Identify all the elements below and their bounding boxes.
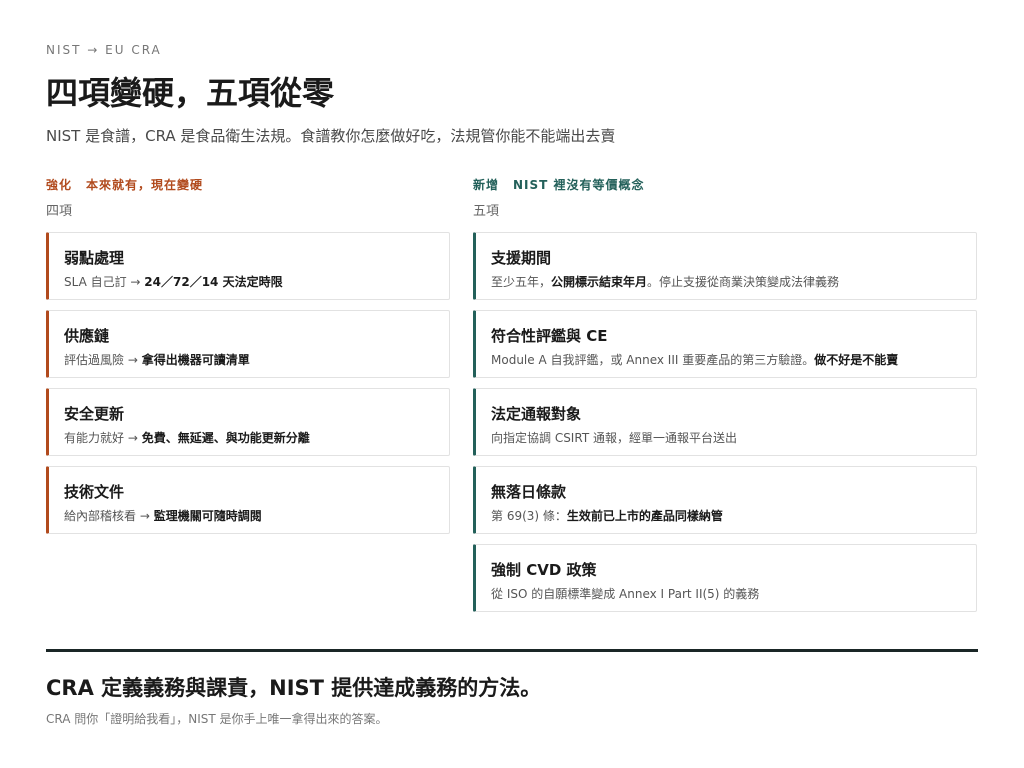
card-technical-documentation: 技術文件 給內部稽核看 → 監理機關可隨時調閱 <box>46 466 450 534</box>
strengthened-heading-text: 本來就有，現在變硬 <box>86 178 204 192</box>
strengthened-column-heading: 強化 本來就有，現在變硬 <box>46 176 450 194</box>
new-heading-text: NIST 裡沒有等價概念 <box>513 178 645 192</box>
card-mandatory-cvd-policy: 強制 CVD 政策 從 ISO 的自願標準變成 Annex I Part II(… <box>473 544 977 612</box>
card-title: 無落日條款 <box>491 483 567 501</box>
card-title: 安全更新 <box>64 405 125 423</box>
card-description: 給內部稽核看 → 監理機關可隨時調閱 <box>64 509 262 523</box>
card-title: 弱點處理 <box>64 249 125 267</box>
card-title: 技術文件 <box>64 483 125 501</box>
page-subtitle: NIST 是食譜，CRA 是食品衛生法規。食譜教你怎麼做好吃，法規管你能不能端出… <box>46 127 616 145</box>
card-description: 向指定協調 CSIRT 通報，經單一通報平台送出 <box>491 431 737 445</box>
new-column-heading: 新增 NIST 裡沒有等價概念 <box>473 176 977 194</box>
card-no-sunset-clause: 無落日條款 第 69(3) 條：生效前已上市的產品同樣納管 <box>473 466 977 534</box>
eyebrow: NIST → EU CRA <box>46 43 162 57</box>
card-description: 有能力就好 → 免費、無延遲、與功能更新分離 <box>64 431 310 445</box>
card-supply-chain: 供應鏈 評估過風險 → 拿得出機器可讀清單 <box>46 310 450 378</box>
footer-title: CRA 定義義務與課責，NIST 提供達成義務的方法。 <box>46 676 542 700</box>
card-description: 第 69(3) 條：生效前已上市的產品同樣納管 <box>491 509 723 523</box>
strengthened-tag: 強化 <box>46 178 73 192</box>
card-title: 法定通報對象 <box>491 405 582 423</box>
card-description: SLA 自己訂 → 24／72／14 天法定時限 <box>64 275 283 289</box>
new-column: 新增 NIST 裡沒有等價概念 五項 支援期間 至少五年，公開標示結束年月。停止支… <box>473 176 977 622</box>
card-title: 支援期間 <box>491 249 552 267</box>
card-title: 強制 CVD 政策 <box>491 561 597 579</box>
card-support-period: 支援期間 至少五年，公開標示結束年月。停止支援從商業決策變成法律義務 <box>473 232 977 300</box>
card-description: 評估過風險 → 拿得出機器可讀清單 <box>64 353 250 367</box>
strengthened-column: 強化 本來就有，現在變硬 四項 弱點處理 SLA 自己訂 → 24／72／14 天… <box>46 176 450 544</box>
card-conformity-assessment: 符合性評鑑與 CE Module A 自我評鑑，或 Annex III 重要產品… <box>473 310 977 378</box>
card-title: 符合性評鑑與 CE <box>491 327 608 345</box>
page-title: 四項變硬，五項從零 <box>46 74 335 112</box>
card-title: 供應鏈 <box>64 327 110 345</box>
card-vulnerability-handling: 弱點處理 SLA 自己訂 → 24／72／14 天法定時限 <box>46 232 450 300</box>
card-description: 至少五年，公開標示結束年月。停止支援從商業決策變成法律義務 <box>491 275 840 289</box>
footer-note: CRA 問你「證明給我看」，NIST 是你手上唯一拿得出來的答案。 <box>46 712 388 726</box>
card-description: Module A 自我評鑑，或 Annex III 重要產品的第三方驗證。做不好… <box>491 353 899 367</box>
strengthened-count: 四項 <box>46 204 73 219</box>
new-count: 五項 <box>473 204 500 219</box>
card-description: 從 ISO 的自願標準變成 Annex I Part II(5) 的義務 <box>491 587 760 601</box>
new-tag: 新增 <box>473 178 500 192</box>
footer-divider <box>46 649 978 652</box>
card-security-updates: 安全更新 有能力就好 → 免費、無延遲、與功能更新分離 <box>46 388 450 456</box>
card-reporting-recipient: 法定通報對象 向指定協調 CSIRT 通報，經單一通報平台送出 <box>473 388 977 456</box>
